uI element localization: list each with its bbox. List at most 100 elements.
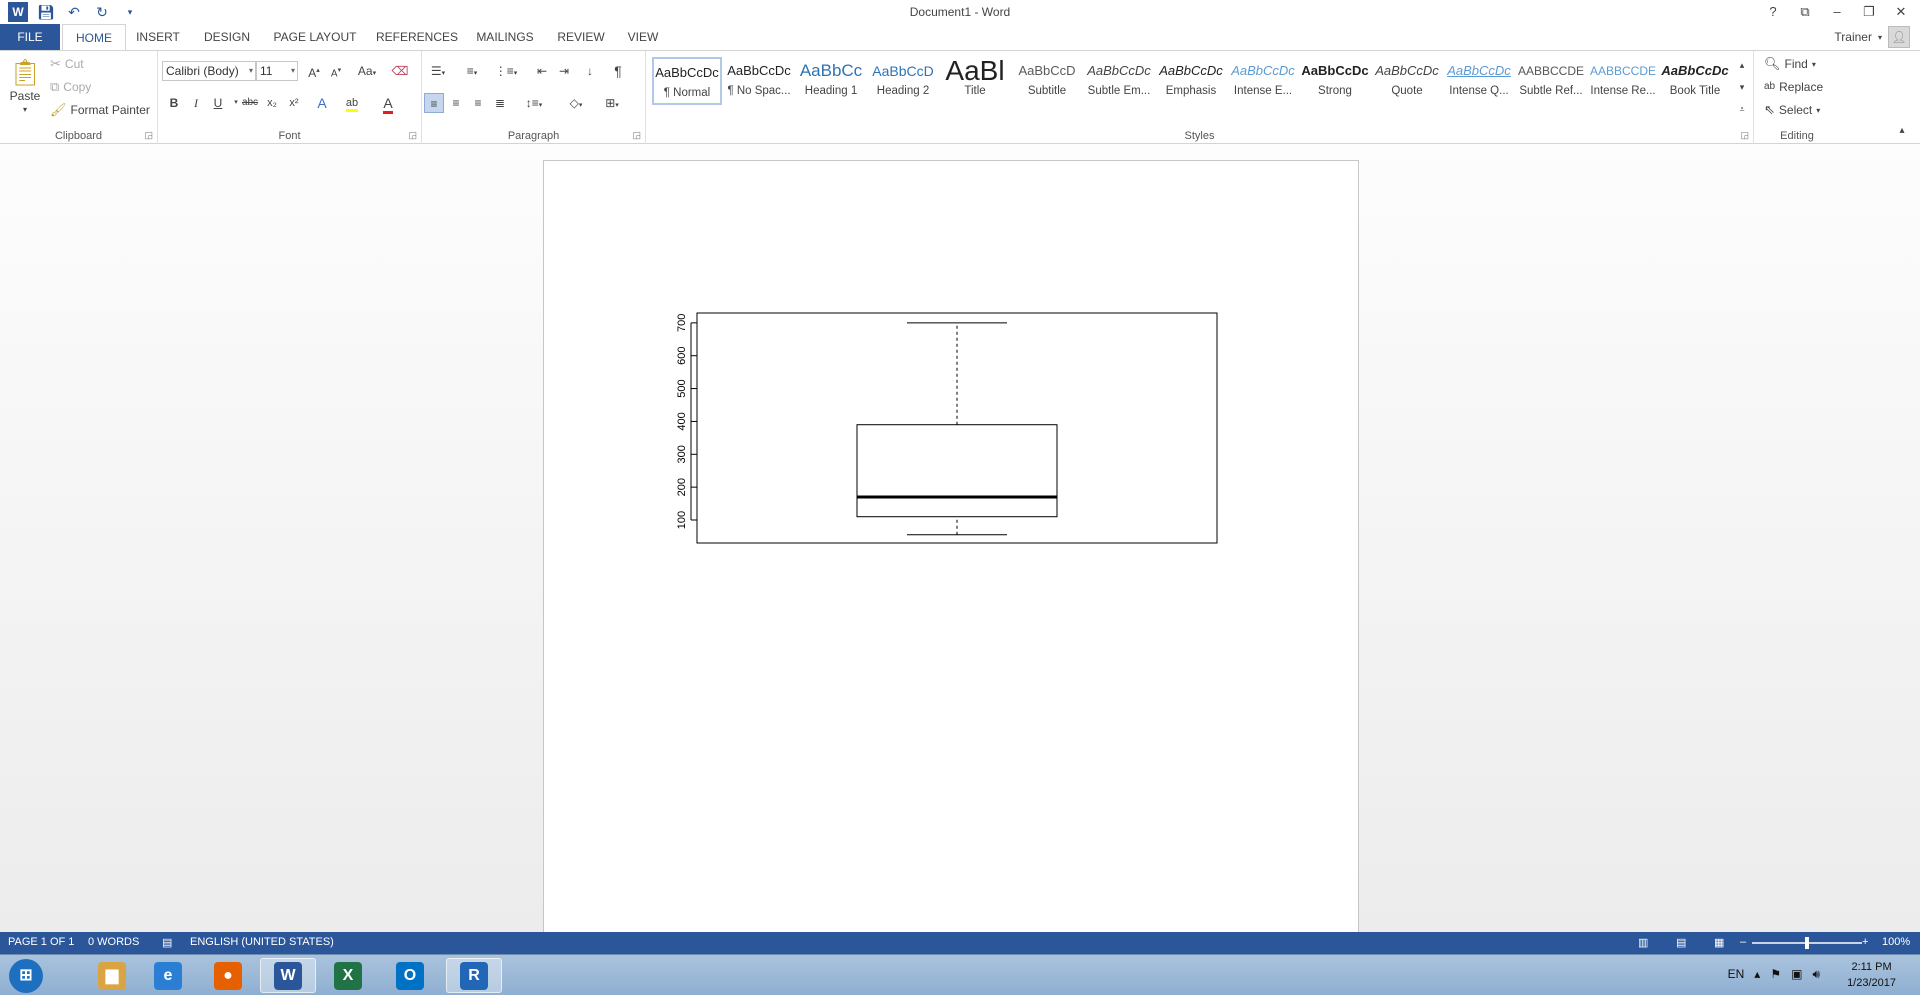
taskbar-outlook[interactable]: O <box>382 958 438 993</box>
taskbar-firefox[interactable]: ● <box>200 958 256 993</box>
style-book-title[interactable]: AaBbCcDc Book Title <box>1660 57 1730 105</box>
tab-review[interactable]: REVIEW <box>554 24 608 50</box>
dialog-launcher-icon[interactable]: ◲ <box>408 130 417 141</box>
word-count[interactable]: 0 WORDS <box>88 936 139 948</box>
taskbar-word[interactable]: W <box>260 958 316 993</box>
style-emphasis[interactable]: AaBbCcDc Emphasis <box>1156 57 1226 105</box>
style-subtle-ref[interactable]: AABBCCDE Subtle Ref... <box>1516 57 1586 105</box>
dialog-launcher-icon[interactable]: ◲ <box>632 130 641 141</box>
replace-button[interactable]: ab Replace <box>1764 80 1823 94</box>
align-left-icon[interactable]: ≡ <box>424 93 444 113</box>
tab-mailings[interactable]: MAILINGS <box>472 24 538 50</box>
paste-button[interactable]: 📋︎ Paste ▾ <box>8 57 42 114</box>
style-normal[interactable]: AaBbCcDc ¶ Normal <box>652 57 722 105</box>
bullets-icon[interactable]: ☰▾ <box>424 61 452 81</box>
style-intense-e[interactable]: AaBbCcDc Intense E... <box>1228 57 1298 105</box>
style-quote[interactable]: AaBbCcDc Quote <box>1372 57 1442 105</box>
align-right-icon[interactable]: ≡ <box>468 93 488 113</box>
zoom-slider[interactable] <box>1752 937 1862 949</box>
document-page[interactable]: 100 200 300 400 500 600 700 <box>543 160 1359 932</box>
shading-icon[interactable]: ◇▾ <box>562 93 590 113</box>
taskbar-internet-explorer[interactable]: e <box>140 958 196 993</box>
taskbar-excel[interactable]: X <box>320 958 376 993</box>
font-size-combo[interactable]: 11 ▾ <box>256 61 298 81</box>
increase-indent-icon[interactable]: ⇥ <box>554 61 574 81</box>
align-center-icon[interactable]: ≡ <box>446 93 466 113</box>
style-heading-2[interactable]: AaBbCcD Heading 2 <box>868 57 938 105</box>
gallery-more-icon[interactable]: ⩡ <box>1732 99 1752 119</box>
font-color-button[interactable]: A <box>378 93 398 114</box>
clock[interactable]: 2:11 PM 1/23/2017 <box>1847 959 1896 991</box>
taskbar-file-explorer[interactable]: ▆ <box>84 958 140 993</box>
style-subtle-em[interactable]: AaBbCcDc Subtle Em... <box>1084 57 1154 105</box>
style-heading-1[interactable]: AaBbCc Heading 1 <box>796 57 866 105</box>
flag-icon[interactable]: ⚑ <box>1770 967 1781 982</box>
taskbar-start-button[interactable]: ⊞ <box>0 958 52 993</box>
zoom-out-button[interactable]: – <box>1740 936 1746 948</box>
boxplot-chart[interactable]: 100 200 300 400 500 600 700 <box>661 309 1221 555</box>
font-name-combo[interactable]: Calibri (Body) ▾ <box>162 61 256 81</box>
page-count[interactable]: PAGE 1 OF 1 <box>8 936 74 948</box>
gallery-scroll-down-icon[interactable]: ▾ <box>1732 77 1752 97</box>
tab-insert[interactable]: INSERT <box>132 24 184 50</box>
tab-page-layout[interactable]: PAGE LAYOUT <box>270 24 360 50</box>
zoom-level[interactable]: 100% <box>1882 936 1910 948</box>
change-case-button[interactable]: Aa▾ <box>352 61 382 81</box>
shrink-font-button[interactable]: A▾ <box>326 61 346 81</box>
ribbon-display-options-icon[interactable]: ⧉ <box>1792 2 1818 22</box>
help-icon[interactable]: ? <box>1760 2 1786 22</box>
style-subtitle[interactable]: AaBbCcD Subtitle <box>1012 57 1082 105</box>
web-layout-icon[interactable]: ▦ <box>1714 936 1724 949</box>
style-strong[interactable]: AaBbCcDc Strong <box>1300 57 1370 105</box>
print-layout-icon[interactable]: ▤ <box>1676 936 1686 949</box>
strikethrough-button[interactable]: abc <box>240 93 260 113</box>
copy-button[interactable]: ⧉ Copy <box>50 80 91 95</box>
taskbar-r-gui[interactable]: R <box>446 958 502 993</box>
close-button[interactable]: ✕ <box>1888 2 1914 22</box>
minimize-button[interactable]: – <box>1824 2 1850 22</box>
zoom-in-button[interactable]: + <box>1862 936 1868 948</box>
tab-design[interactable]: DESIGN <box>200 24 254 50</box>
subscript-button[interactable]: x₂ <box>262 93 282 113</box>
borders-icon[interactable]: ⊞▾ <box>598 93 626 113</box>
decrease-indent-icon[interactable]: ⇤ <box>532 61 552 81</box>
find-button[interactable]: 🔍︎ Find ▾ <box>1764 57 1816 72</box>
tab-home[interactable]: HOME <box>62 24 126 51</box>
document-area[interactable]: 100 200 300 400 500 600 700 <box>0 144 1920 932</box>
show-hidden-icons-icon[interactable]: ▴ <box>1754 967 1760 982</box>
numbering-icon[interactable]: ≡▾ <box>458 61 486 81</box>
italic-button[interactable]: I <box>186 93 206 113</box>
gallery-scroll-up-icon[interactable]: ▴ <box>1732 55 1752 75</box>
language-bar[interactable]: EN <box>1728 967 1745 982</box>
style-no-spac[interactable]: AaBbCcDc ¶ No Spac... <box>724 57 794 105</box>
sort-icon[interactable]: ↓ <box>580 61 600 81</box>
superscript-button[interactable]: x² <box>284 93 304 113</box>
underline-button[interactable]: U <box>208 93 228 113</box>
collapse-ribbon-icon[interactable]: ▴ <box>1892 121 1912 141</box>
user-account[interactable]: Trainer ▾ 👤︎ <box>1834 26 1910 48</box>
network-icon[interactable]: ▣ <box>1791 967 1802 982</box>
zoom-slider-thumb[interactable] <box>1805 937 1809 949</box>
tab-view[interactable]: VIEW <box>622 24 664 50</box>
dialog-launcher-icon[interactable]: ◲ <box>1740 130 1749 141</box>
tab-file[interactable]: FILE <box>0 24 60 50</box>
show-formatting-marks-button[interactable]: ¶ <box>608 61 628 81</box>
text-effects-button[interactable]: A <box>312 93 332 113</box>
format-painter-button[interactable]: 🖌︎ Format Painter <box>50 103 150 118</box>
tab-references[interactable]: REFERENCES <box>376 24 458 50</box>
select-button[interactable]: ⇖ Select ▾ <box>1764 103 1820 118</box>
style-intense-re[interactable]: AABBCCDE Intense Re... <box>1588 57 1658 105</box>
cut-button[interactable]: ✂ Cut <box>50 57 84 72</box>
bold-button[interactable]: B <box>164 93 184 113</box>
line-spacing-icon[interactable]: ↕≡▾ <box>520 93 548 113</box>
read-mode-icon[interactable]: ▥ <box>1638 936 1648 949</box>
style-intense-q[interactable]: AaBbCcDc Intense Q... <box>1444 57 1514 105</box>
multilevel-list-icon[interactable]: ⋮≡▾ <box>492 61 520 81</box>
volume-icon[interactable]: 🔊︎ <box>1812 967 1820 982</box>
style-title[interactable]: AaBl Title <box>940 57 1010 105</box>
grow-font-button[interactable]: A▴ <box>304 61 324 81</box>
dialog-launcher-icon[interactable]: ◲ <box>144 130 153 141</box>
justify-icon[interactable]: ≣ <box>490 93 510 113</box>
clear-formatting-icon[interactable]: ⌫ <box>390 61 410 81</box>
language-indicator[interactable]: ENGLISH (UNITED STATES) <box>190 936 334 948</box>
